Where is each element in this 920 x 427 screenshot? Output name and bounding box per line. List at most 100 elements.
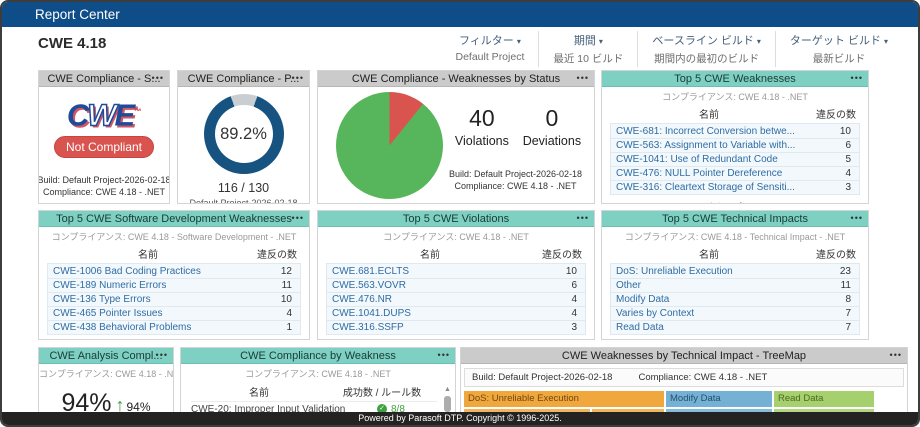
widget-header[interactable]: CWE Compliance - S... ••• — [39, 71, 169, 87]
weaknesses-table: CWE-681: Incorrect Conversion betwe... 10… — [610, 123, 860, 195]
rule-link[interactable]: CWE.681.ECLTS — [327, 266, 537, 277]
ratio-column-header: 成功数 / ルール数 — [342, 388, 422, 399]
table-row: CWE-136 Type Errors 10 — [48, 292, 300, 306]
chevron-down-icon: ▾ — [516, 37, 521, 46]
widget-weaknesses-by-status: CWE Compliance - Weaknesses by Status ••… — [317, 70, 595, 204]
kebab-menu-icon[interactable]: ••• — [851, 211, 863, 226]
rule-link[interactable]: CWE.1041.DUPS — [327, 308, 537, 319]
weakness-link[interactable]: CWE-1006 Bad Coding Practices — [48, 266, 252, 277]
weakness-link[interactable]: CWE-476: NULL Pointer Dereference — [611, 168, 811, 179]
table-row: CWE.681.ECLTS 10 — [327, 264, 585, 278]
impact-link[interactable]: Varies by Context — [611, 308, 811, 319]
chevron-down-icon: ▾ — [756, 37, 761, 46]
filter-label: フィルター — [459, 35, 514, 47]
treemap-group-dos[interactable]: DoS: Unreliable Execution — [464, 391, 664, 407]
widget-header[interactable]: Top 5 CWE Weaknesses ••• — [602, 71, 868, 87]
kebab-menu-icon[interactable]: ••• — [577, 211, 589, 226]
rule-link[interactable]: CWE.316.SSFP — [327, 322, 537, 333]
violation-count: 11 — [281, 280, 292, 291]
weakness-link[interactable]: CWE-189 Numeric Errors — [48, 280, 252, 291]
widget-header[interactable]: CWE Compliance - Weaknesses by Status ••… — [318, 71, 594, 87]
widget-cwe-compliance-percentage: CWE Compliance - P... ••• 89.2% 116 / 13… — [177, 70, 310, 204]
impacts-table: DoS: Unreliable Execution 23 Other 11 Modi… — [610, 263, 860, 335]
widget-subtitle: コンプライアンス: CWE 4.18 - Software Developmen… — [51, 232, 297, 242]
violation-count: 1 — [286, 322, 292, 333]
table-row: CWE-1041: Use of Redundant Code 5 — [611, 152, 859, 166]
weakness-link[interactable]: CWE-681: Incorrect Conversion betwe... — [611, 126, 811, 137]
widget-header[interactable]: Top 5 CWE Violations ••• — [318, 211, 594, 227]
compliance-donut-chart: 89.2% — [203, 94, 284, 174]
impact-link[interactable]: Other — [611, 280, 811, 291]
widget-title: Top 5 CWE Violations — [402, 212, 510, 225]
scroll-up-icon[interactable]: ▲ — [444, 386, 451, 394]
table-row: CWE.1041.DUPS 4 — [327, 306, 585, 320]
column-headers: 名前 違反の数 — [610, 106, 860, 121]
treemap-group-read-data[interactable]: Read Data — [774, 391, 874, 407]
violation-count: 4 — [845, 168, 851, 179]
violation-count: 10 — [839, 125, 851, 137]
weakness-link[interactable]: CWE-563: Assignment to Variable with... — [611, 140, 811, 151]
baseline-build-dropdown[interactable]: ベースライン ビルド ▾ 期間内の最初のビルド — [637, 31, 775, 67]
table-row: Other 11 — [611, 278, 859, 292]
app-title: Report Center — [35, 7, 120, 22]
kebab-menu-icon[interactable]: ••• — [152, 71, 164, 86]
impact-link[interactable]: DoS: Unreliable Execution — [611, 266, 811, 277]
weakness-link[interactable]: CWE-438 Behavioral Problems — [48, 322, 252, 333]
table-row: CWE.476.NR 4 — [327, 292, 585, 306]
kebab-menu-icon[interactable]: ••• — [577, 71, 589, 86]
kebab-menu-icon[interactable]: ••• — [292, 71, 304, 86]
name-column-header: 名前 — [699, 110, 719, 121]
rule-link[interactable]: CWE.476.NR — [327, 294, 537, 305]
build-label: Build: Default Project-2026-02-18 — [448, 169, 583, 179]
widget-header[interactable]: Top 5 CWE Technical Impacts ••• — [602, 211, 868, 227]
kebab-menu-icon[interactable]: ••• — [890, 348, 902, 363]
count-column-header: 違反の数 — [816, 110, 856, 121]
widget-header[interactable]: CWE Compliance - P... ••• — [178, 71, 309, 87]
show-more-link[interactable]: さらに表示... — [39, 339, 309, 340]
compliance-ratio: 116 / 130 — [217, 181, 270, 195]
show-more-link[interactable]: さらに表示... — [602, 339, 868, 340]
violations-table: CWE.681.ECLTS 10 CWE.563.VOVR 6 CWE.476.NR… — [326, 263, 586, 335]
table-row: CWE-189 Numeric Errors 11 — [48, 278, 300, 292]
widget-header[interactable]: CWE Compliance by Weakness ••• — [181, 348, 455, 364]
kebab-menu-icon[interactable]: ••• — [292, 211, 304, 226]
widget-header[interactable]: CWE Weaknesses by Technical Impact - Tre… — [461, 348, 907, 364]
weakness-link[interactable]: CWE-1041: Use of Redundant Code — [611, 154, 811, 165]
table-row: Modify Data 8 — [611, 292, 859, 306]
widget-subtitle: コンプライアンス: CWE 4.18 - .NET — [39, 369, 173, 379]
compliance-label: Compliance: CWE 4.18 - .NET — [42, 186, 166, 197]
weakness-link[interactable]: CWE-316: Cleartext Storage of Sensiti... — [611, 182, 811, 193]
weakness-link[interactable]: CWE-136 Type Errors — [48, 294, 252, 305]
widget-header[interactable]: CWE Analysis Compl... ••• — [39, 348, 173, 364]
show-more-link[interactable]: さらに表示... — [602, 199, 868, 203]
kebab-menu-icon[interactable]: ••• — [851, 71, 863, 86]
show-more-link[interactable]: さらに表示... — [318, 339, 594, 340]
filter-label: ベースライン ビルド — [652, 35, 754, 47]
target-build-dropdown[interactable]: ターゲット ビルド ▾ 最新ビルド — [774, 31, 902, 67]
rule-link[interactable]: CWE.563.VOVR — [327, 280, 537, 291]
count-column-header: 違反の数 — [257, 250, 297, 261]
widget-top-sw-dev-weaknesses: Top 5 CWE Software Development Weaknesse… — [38, 210, 310, 340]
kebab-menu-icon[interactable]: ••• — [156, 348, 168, 363]
name-column-header: 名前 — [699, 250, 719, 261]
treemap-group-modify-data[interactable]: Modify Data — [666, 391, 772, 407]
column-headers: 名前 違反の数 — [610, 246, 860, 261]
weakness-link[interactable]: CWE-465 Pointer Issues — [48, 308, 252, 319]
build-label: Build: Default Project-2026-02-18 — [38, 175, 170, 185]
period-dropdown[interactable]: 期間 ▾ 最近 10 ビルド — [538, 31, 637, 67]
column-headers: 名前 違反の数 — [47, 246, 301, 261]
table-row: CWE-476: NULL Pointer Dereference 4 — [611, 166, 859, 180]
widget-cwe-compliance-status: CWE Compliance - S... ••• CWE™ Not Compl… — [38, 70, 170, 204]
widget-header[interactable]: Top 5 CWE Software Development Weaknesse… — [39, 211, 309, 227]
impact-link[interactable]: Modify Data — [611, 294, 811, 305]
scrollbar-thumb[interactable] — [444, 396, 451, 412]
filter-value: 最新ビルド — [812, 53, 866, 65]
filter-value: 最近 10 ビルド — [553, 53, 624, 65]
filter-dropdown[interactable]: フィルター ▾ Default Project — [442, 31, 539, 67]
violation-count: 7 — [845, 308, 851, 319]
kebab-menu-icon[interactable]: ••• — [438, 348, 450, 363]
impact-link[interactable]: Read Data — [611, 322, 811, 333]
filter-value: Default Project — [455, 51, 525, 63]
deviations-count: 0 — [545, 105, 559, 131]
violation-count: 10 — [565, 265, 577, 277]
